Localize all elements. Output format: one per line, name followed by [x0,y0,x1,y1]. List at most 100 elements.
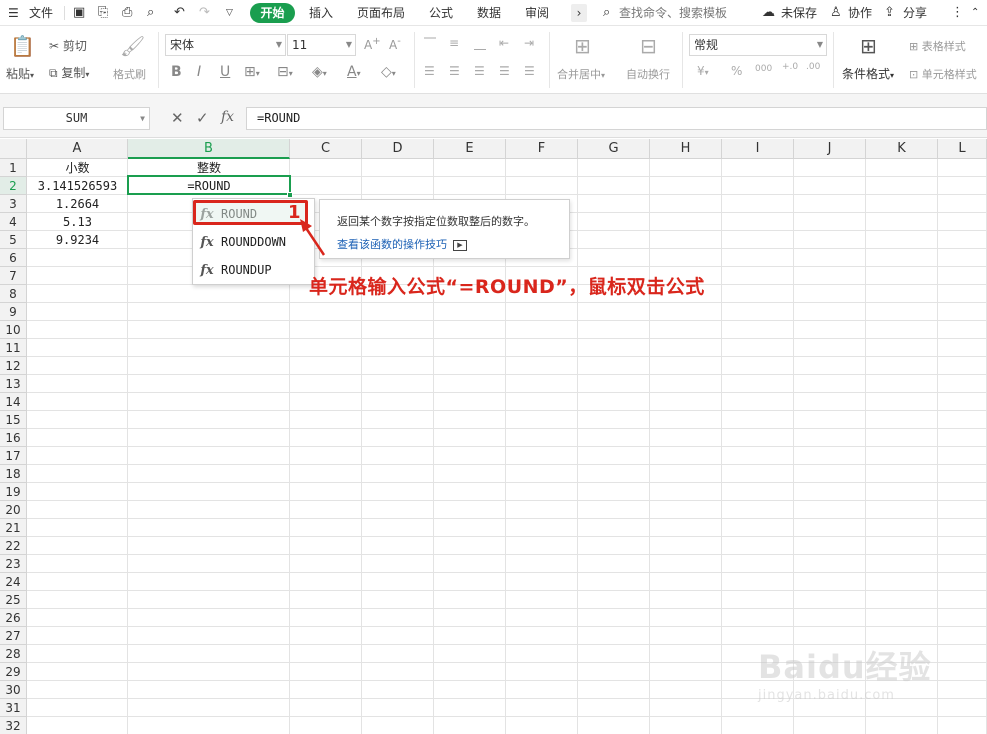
row-header-16[interactable]: 16 [0,429,27,447]
cell-format-icon[interactable]: ⊟▾ [277,64,293,80]
more-options-icon[interactable]: ⋮ [951,0,964,26]
collapse-ribbon-icon[interactable]: ⌃ [971,0,979,26]
decrease-font-icon[interactable]: A- [389,36,401,52]
tab-data[interactable]: 数据 [477,0,501,26]
align-center-icon[interactable]: ☰ [449,64,460,78]
cancel-icon[interactable]: ✕ [171,109,184,127]
formula-input[interactable]: =ROUND [246,107,987,130]
row-header-31[interactable]: 31 [0,699,27,717]
italic-icon[interactable]: I [197,64,201,80]
function-tips-link[interactable]: 查看该函数的操作技巧 ▶ [337,236,467,252]
collaborate-button[interactable]: 协作 [848,0,872,26]
print-icon[interactable]: ⎙ [122,0,132,26]
row-header-5[interactable]: 5 [0,231,27,249]
thousands-icon[interactable]: 000 [755,64,772,74]
row-header-28[interactable]: 28 [0,645,27,663]
column-header-f[interactable]: F [506,139,578,159]
tab-formulas[interactable]: 公式 [429,0,453,26]
column-header-j[interactable]: J [794,139,866,159]
borders-icon[interactable]: ⊞▾ [244,64,260,80]
more-tabs-chevron-icon[interactable]: › [571,4,587,22]
autocomplete-item-rounddown[interactable]: fx ROUNDDOWN [193,229,314,255]
merge-center-icon[interactable]: ⊞ [574,34,591,58]
tab-review[interactable]: 审阅 [525,0,549,26]
row-header-2[interactable]: 2 [0,177,27,195]
row-header-25[interactable]: 25 [0,591,27,609]
share-button[interactable]: 分享 [903,0,927,26]
paste-button[interactable]: 粘贴▾ [6,65,34,82]
export-icon[interactable]: ⎘ [98,0,108,26]
row-header-6[interactable]: 6 [0,249,27,267]
increase-font-icon[interactable]: A+ [364,36,381,52]
play-video-icon[interactable]: ▶ [453,239,467,251]
tab-home[interactable]: 开始 [250,3,295,23]
column-header-h[interactable]: H [650,139,722,159]
row-header-15[interactable]: 15 [0,411,27,429]
row-header-26[interactable]: 26 [0,609,27,627]
align-bottom-icon[interactable]: ⎽ [474,36,486,51]
row-header-20[interactable]: 20 [0,501,27,519]
row-header-10[interactable]: 10 [0,321,27,339]
insert-function-icon[interactable]: fx [221,109,234,125]
select-all-corner[interactable] [0,139,27,159]
decrease-decimal-icon[interactable]: .00 [806,62,820,72]
column-header-b[interactable]: B [128,139,290,159]
outdent-icon[interactable]: ⇤ [499,36,509,50]
tab-insert[interactable]: 插入 [309,0,333,26]
fill-color-icon[interactable]: ◈▾ [312,64,327,80]
cell-b1[interactable]: 整数 [128,159,290,177]
print-preview-icon[interactable]: ⌕ [147,0,154,26]
row-header-8[interactable]: 8 [0,285,27,303]
undo-icon[interactable]: ↶ [174,0,185,26]
font-color-icon[interactable]: A▾ [347,64,361,80]
hamburger-menu-icon[interactable]: ☰ [8,0,19,26]
wrap-text-icon[interactable]: ⊟ [640,34,657,58]
cell-a4[interactable]: 5.13 [27,213,128,231]
column-header-i[interactable]: I [722,139,794,159]
name-box[interactable]: SUM ▼ [3,107,150,130]
format-painter-icon[interactable]: 🖌 [120,34,145,58]
confirm-icon[interactable]: ✓ [196,109,209,127]
row-header-19[interactable]: 19 [0,483,27,501]
currency-icon[interactable]: ¥▾ [697,64,709,78]
align-middle-icon[interactable]: ≡ [449,36,459,50]
row-header-24[interactable]: 24 [0,573,27,591]
row-header-3[interactable]: 3 [0,195,27,213]
row-header-17[interactable]: 17 [0,447,27,465]
conditional-format-icon[interactable]: ⊞ [860,34,877,58]
paste-icon[interactable]: 📋 [10,34,35,58]
row-header-30[interactable]: 30 [0,681,27,699]
row-header-11[interactable]: 11 [0,339,27,357]
row-header-32[interactable]: 32 [0,717,27,734]
row-header-22[interactable]: 22 [0,537,27,555]
row-header-9[interactable]: 9 [0,303,27,321]
column-header-l[interactable]: L [938,139,987,159]
column-header-a[interactable]: A [27,139,128,159]
quick-access-dropdown-icon[interactable]: ▽ [226,0,233,26]
cell-a2[interactable]: 3.141526593 [27,177,128,195]
file-menu[interactable]: 文件 [29,0,53,26]
conditional-format-button[interactable]: 条件格式▾ [842,65,894,82]
row-header-18[interactable]: 18 [0,465,27,483]
align-top-icon[interactable]: ⎺ [424,36,436,51]
clear-icon[interactable]: ◇▾ [381,64,396,80]
table-style-button[interactable]: ⊞ 表格样式 [909,38,966,54]
cell-a5[interactable]: 9.9234 [27,231,128,249]
underline-icon[interactable]: U [220,64,230,80]
row-header-4[interactable]: 4 [0,213,27,231]
autocomplete-item-roundup[interactable]: fx ROUNDUP [193,257,314,283]
command-search[interactable]: 查找命令、搜索模板 [619,0,727,26]
tab-page-layout[interactable]: 页面布局 [357,0,405,26]
column-header-g[interactable]: G [578,139,650,159]
row-header-7[interactable]: 7 [0,267,27,285]
cell-a3[interactable]: 1.2664 [27,195,128,213]
save-icon[interactable]: ▣ [73,0,85,26]
number-format-select[interactable]: 常规 ▼ [689,34,827,56]
redo-icon[interactable]: ↷ [199,0,210,26]
unsaved-status[interactable]: 未保存 [781,0,817,26]
column-header-d[interactable]: D [362,139,434,159]
row-header-14[interactable]: 14 [0,393,27,411]
row-header-23[interactable]: 23 [0,555,27,573]
format-painter-button[interactable]: 格式刷 [113,66,146,82]
indent-icon[interactable]: ⇥ [524,36,534,50]
